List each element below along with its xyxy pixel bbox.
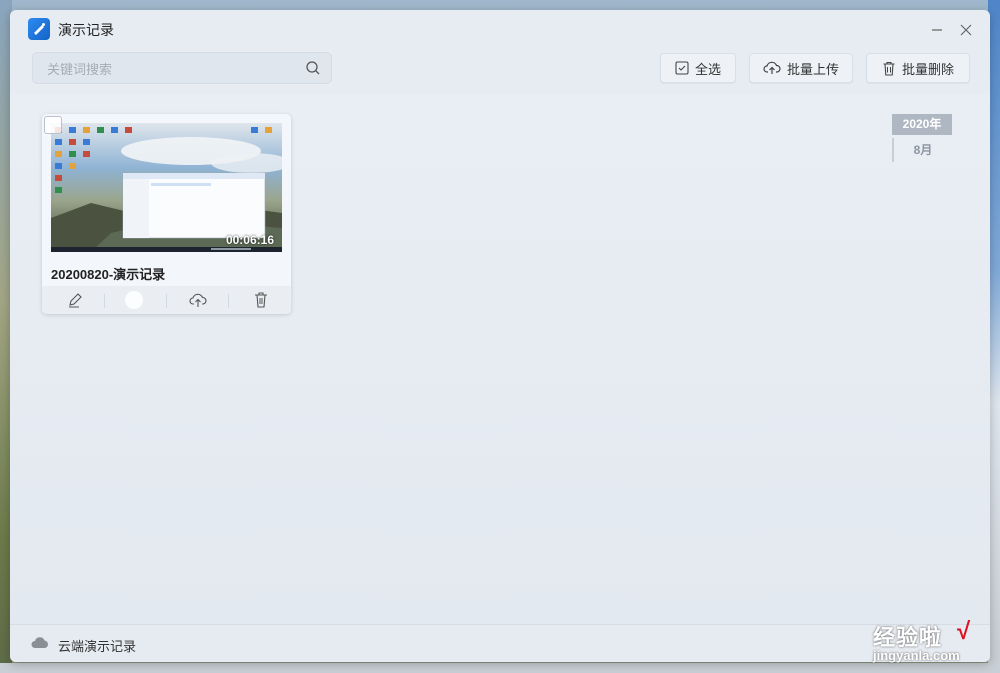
recordings-list: 00:06:16 20200820-演示记录 2020年 8月 [10,94,990,624]
search-input[interactable] [45,53,299,85]
cloud-upload-icon [763,61,781,74]
duration-label: 00:06:16 [225,233,274,247]
close-icon [960,24,972,36]
divider [104,294,105,308]
desktop-taskbar-strip [0,663,1000,673]
minimize-icon [932,29,942,31]
timeline-year[interactable]: 2020年 [892,114,952,135]
recording-card[interactable]: 00:06:16 20200820-演示记录 [42,114,291,314]
toolbar: 全选 批量上传 批量删除 [10,50,990,100]
cloud-recordings-link[interactable]: 云端演示记录 [58,636,136,655]
batch-upload-label: 批量上传 [786,61,839,77]
cloud-icon [31,637,48,648]
search-icon[interactable] [305,60,321,76]
recordings-window: 演示记录 全选 批量上传 [10,10,990,662]
select-all-label: 全选 [694,61,721,77]
minimize-button[interactable] [925,18,949,42]
select-all-button[interactable]: 全选 [660,53,736,83]
title-bar[interactable]: 演示记录 [10,10,990,50]
watermark-text-en: jingyanla.com [873,648,960,663]
app-logo-icon [28,18,50,40]
recording-title: 20200820-演示记录 [51,267,166,282]
batch-delete-button[interactable]: 批量删除 [866,53,970,83]
watermark: 经验啦 √ jingyanla.com [873,618,991,668]
trash-icon[interactable] [250,290,272,310]
batch-upload-button[interactable]: 批量上传 [749,53,853,83]
recording-checkbox[interactable] [44,116,62,134]
recording-thumbnail[interactable]: 00:06:16 [51,123,282,252]
date-timeline: 2020年 8月 [892,114,952,162]
window-title: 演示记录 [58,22,114,38]
footer-bar: 云端演示记录 [10,624,990,662]
edit-icon[interactable] [63,290,85,310]
trash-icon [883,61,895,76]
card-action-bar [42,286,291,314]
batch-delete-label: 批量删除 [901,61,954,77]
search-box [32,52,332,85]
divider [166,294,167,308]
timeline-month[interactable]: 8月 [892,138,952,162]
watermark-check: √ [957,618,971,645]
cloud-upload-icon[interactable] [187,290,209,310]
close-button[interactable] [954,18,978,42]
checkbox-icon [675,61,689,75]
divider [228,294,229,308]
blurred-icon [125,291,143,309]
